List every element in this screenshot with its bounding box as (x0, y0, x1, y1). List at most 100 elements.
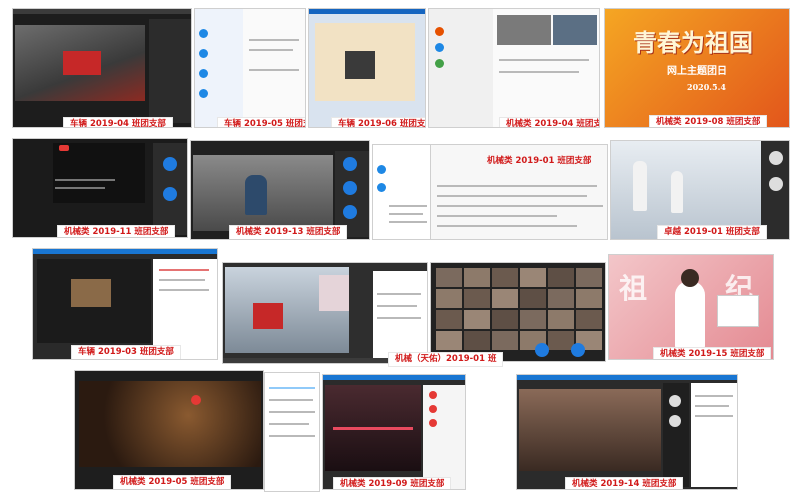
avatar (377, 183, 386, 192)
participant-avatar (669, 415, 681, 427)
chat-text (269, 399, 313, 401)
chat-text (159, 269, 209, 271)
tile-caption: 车辆 2019-06 班团支部 (331, 117, 425, 127)
flag-image (63, 51, 101, 75)
participant-list (423, 385, 465, 489)
meeting-tile-10: 卓越 2019-01 班团支部 (610, 140, 790, 240)
tile-caption: 机械类 2019-05 班团支部 (113, 475, 232, 489)
chat-text (159, 289, 209, 291)
participant-avatar (429, 419, 437, 427)
tile-caption: 车辆 2019-04 班团支部 (63, 117, 173, 127)
chat-text (437, 185, 597, 187)
participant-avatar (343, 157, 357, 171)
participant-avatar (535, 343, 549, 357)
avatar (199, 69, 208, 78)
chat-text (269, 435, 315, 437)
avatar (435, 43, 444, 52)
chat-text (695, 415, 733, 417)
participant-avatar (769, 177, 783, 191)
participant-video-cell (463, 267, 491, 288)
meeting-tile-12 (222, 262, 428, 364)
meeting-tile-18: 机械类 2019-14 班团支部 (516, 374, 738, 490)
participant-video-cell (547, 288, 575, 309)
avatar (435, 27, 444, 36)
tile-caption: 车辆 2019-03 班团支部 (71, 345, 181, 359)
chat-text (695, 405, 729, 407)
window-titlebar (309, 9, 425, 14)
tile-caption: 机械类 2019-08 班团支部 (649, 115, 768, 127)
meeting-tile-5: 青春为祖国 网上主题团日 2020.5.4 机械类 2019-08 班团支部 (604, 8, 790, 128)
participant-grid (435, 267, 603, 351)
chat-text (55, 179, 115, 181)
banner-subtitle: 网上主题团日 (667, 66, 727, 77)
meeting-tile-4: 机械类 2019-04 班团支部 (428, 8, 600, 128)
participant-video-cell (575, 267, 603, 288)
chat-text (389, 221, 427, 223)
participant-video-cell (435, 267, 463, 288)
participant-avatar (163, 157, 177, 171)
meeting-tile-3: 车辆 2019-06 班团支部 (308, 8, 426, 128)
participant-avatar (343, 181, 357, 195)
stage-light (333, 427, 413, 430)
participant-video-cell (519, 288, 547, 309)
flag-image (253, 303, 283, 329)
video-thumbnail (553, 15, 597, 45)
tile-caption: 机械类 2019-09 班团支部 (333, 477, 452, 489)
tile-caption: 机械类 2019-01 班团支部 (487, 156, 592, 166)
avatar (435, 59, 444, 68)
participant-avatar (669, 395, 681, 407)
banner-title: 青春为祖国 (633, 28, 753, 57)
participant-avatar (343, 205, 357, 219)
banner-date: 2020.5.4 (687, 82, 726, 92)
background-graphic: 祖 (619, 272, 648, 305)
participant-video-cell (491, 288, 519, 309)
tile-caption: 机械类 2019-15 班团支部 (653, 347, 772, 359)
window-titlebar (33, 249, 217, 254)
chat-text (499, 71, 579, 73)
participant-list (149, 19, 191, 123)
chat-panel (691, 383, 737, 487)
person-figure (245, 175, 267, 215)
tile-caption: 机械（天佑）2019-01 班 (388, 352, 504, 367)
meeting-tile-8 (372, 144, 432, 240)
meeting-tile-9: 机械类 2019-01 班团支部 (430, 144, 608, 240)
tile-caption: 机械类 2019-11 班团支部 (57, 225, 176, 237)
tile-caption: 卓越 2019-01 班团支部 (657, 225, 767, 239)
video-thumbnail (497, 15, 551, 45)
chat-panel (153, 259, 217, 359)
participant-avatar (429, 405, 437, 413)
meeting-tile-13 (430, 262, 606, 362)
chat-text (389, 205, 427, 207)
participant-video-cell (463, 309, 491, 330)
chat-text (249, 69, 299, 71)
tile-caption: 机械类 2019-13 班团支部 (229, 225, 348, 239)
meeting-tile-17: 机械类 2019-09 班团支部 (322, 374, 466, 490)
participant-video-cell (435, 309, 463, 330)
avatar (199, 49, 208, 58)
record-icon (191, 395, 201, 405)
chat-text (437, 225, 577, 227)
participant-video-cell (547, 267, 575, 288)
chat-text (437, 205, 603, 207)
avatar (377, 165, 386, 174)
chat-text (55, 187, 105, 189)
chat-text (269, 411, 315, 413)
participant-video-cell (463, 330, 491, 351)
participant-avatar (163, 187, 177, 201)
participant-video-cell (491, 309, 519, 330)
participant-video-cell (491, 267, 519, 288)
video-feed (53, 143, 145, 203)
participant-avatar (429, 391, 437, 399)
meeting-tile-14: 祖 纪 机械类 2019-15 班团支部 (608, 254, 774, 360)
participant-video-cell (519, 309, 547, 330)
chat-text (499, 59, 589, 61)
window-titlebar (517, 375, 737, 380)
chat-popup (717, 295, 759, 327)
chat-text (377, 305, 417, 307)
tile-caption: 机械类 2019-04 班团支部 (499, 117, 599, 127)
chat-text (377, 317, 421, 319)
chat-text (269, 423, 309, 425)
chat-text (389, 213, 423, 215)
meeting-tile-15: 机械类 2019-05 班团支部 (74, 370, 264, 490)
chat-text (249, 39, 299, 41)
